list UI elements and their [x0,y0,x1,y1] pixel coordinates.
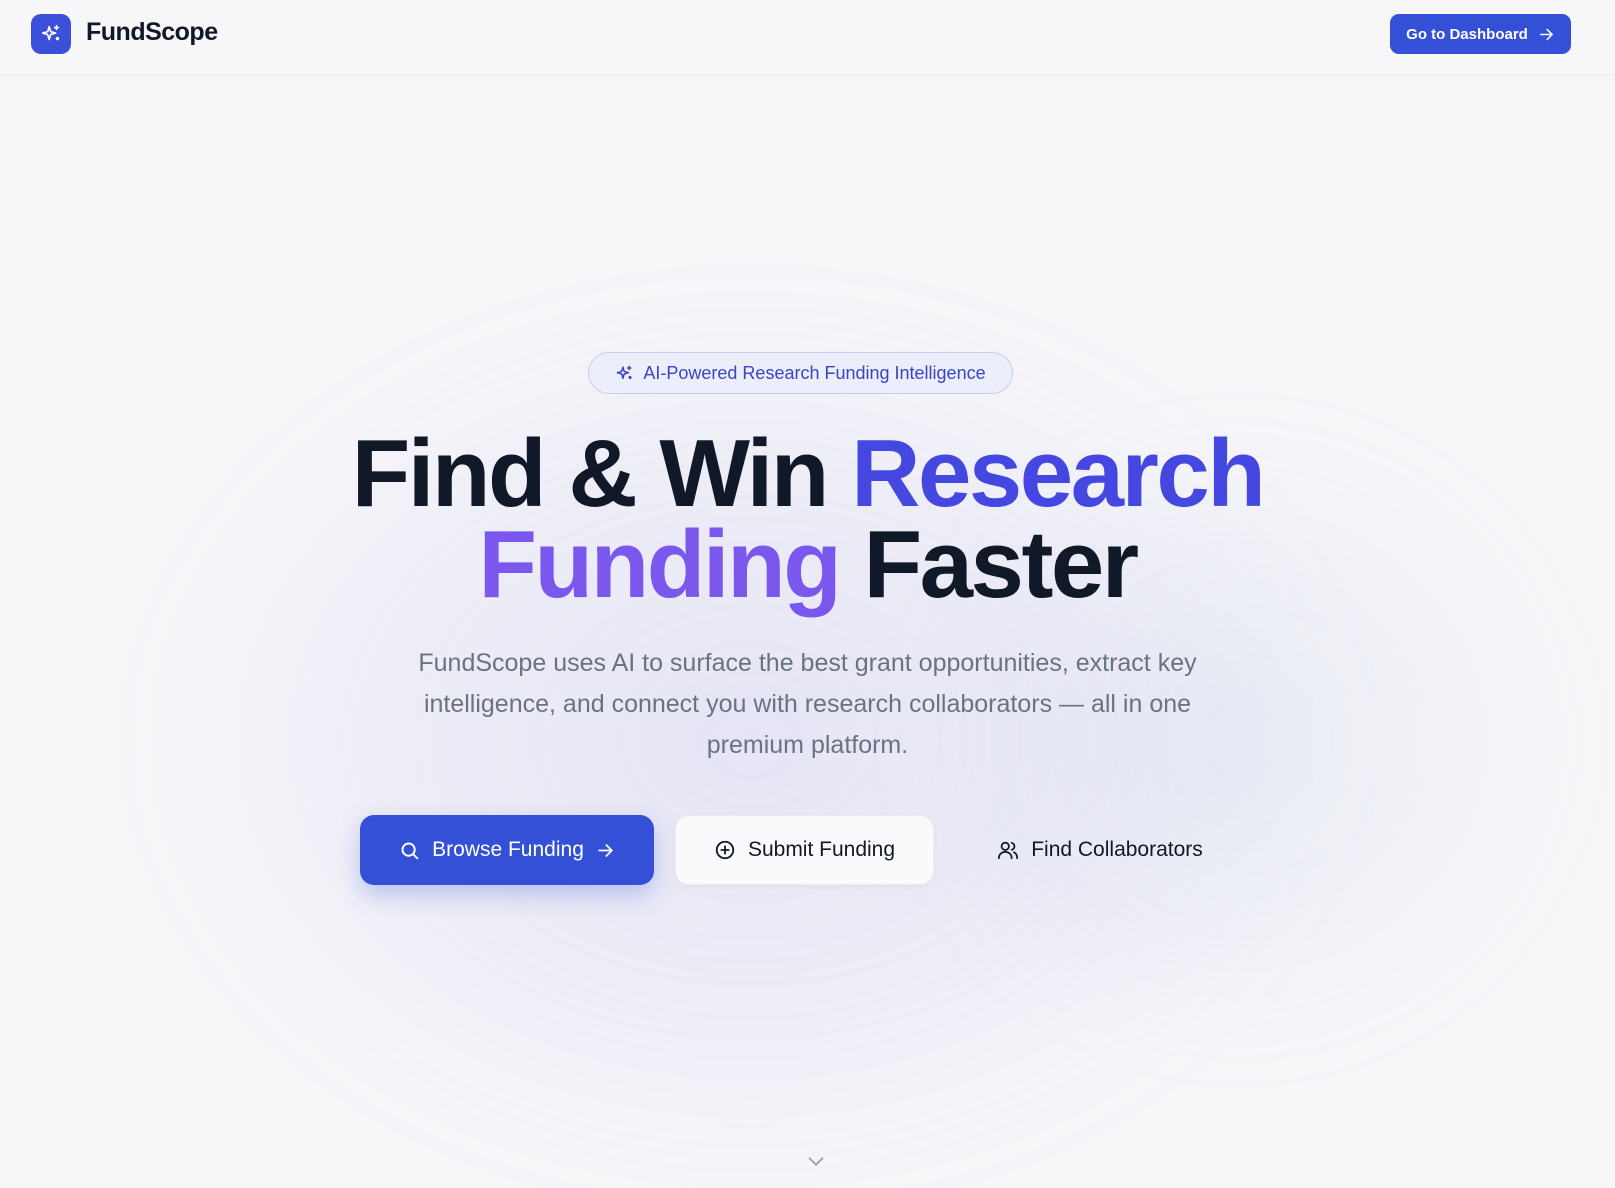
arrow-right-icon [1538,26,1555,43]
brand-name[interactable]: FundScope [86,18,218,47]
subtitle-line: premium platform. [706,731,909,759]
headline-part-2: Faster [839,511,1140,618]
ai-badge-label: AI-Powered Research Funding Intelligence [643,362,986,383]
headline-highlight-funding: Funding [478,511,842,618]
find-collaborators-button[interactable]: Find Collaborators [980,815,1220,885]
sparkles-icon [40,23,62,45]
dashboard-button-label: Go to Dashboard [1406,25,1528,43]
subtitle-line: intelligence, and connect you with resea… [423,690,1192,718]
plus-circle-icon [714,839,736,861]
arrow-right-icon [596,841,615,860]
browse-funding-button[interactable]: Browse Funding [360,815,654,885]
search-icon [399,840,420,861]
submit-funding-button[interactable]: Submit Funding [675,815,934,885]
subtitle-line: FundScope uses AI to surface the best gr… [418,649,1197,677]
go-to-dashboard-button[interactable]: Go to Dashboard [1390,14,1571,54]
sparkles-icon [615,364,634,383]
users-icon [997,839,1019,861]
chevron-down-icon[interactable] [805,1150,827,1172]
ai-badge: AI-Powered Research Funding Intelligence [588,352,1013,394]
top-navigation-bar: FundScope Go to Dashboard [0,0,1615,75]
hero-headline: Find & Win Research Funding Faster [0,426,1615,613]
hero-subtitle: FundScope uses AI to surface the best gr… [370,643,1245,766]
browse-funding-label: Browse Funding [432,838,584,861]
logo-badge[interactable] [31,14,71,54]
submit-funding-label: Submit Funding [747,838,896,861]
find-collaborators-label: Find Collaborators [1031,838,1203,861]
